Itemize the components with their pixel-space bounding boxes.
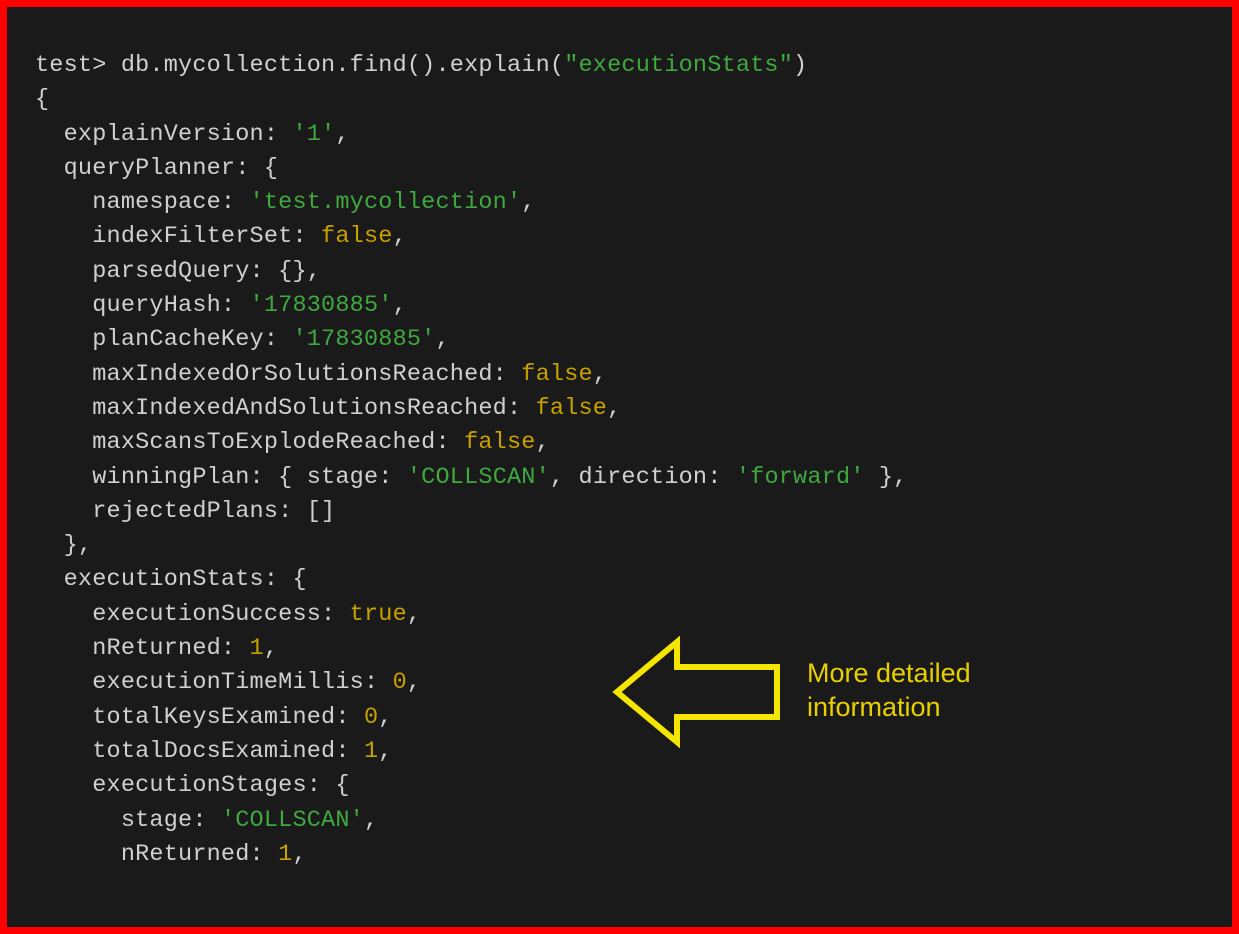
explain-version-key: explainVersion: — [35, 121, 292, 148]
explain-version-val: '1' — [292, 121, 335, 148]
winning-plan-dir: 'forward' — [736, 464, 865, 491]
plan-cache-key: planCacheKey: — [35, 326, 292, 353]
exec-time-val: 0 — [393, 669, 407, 696]
query-planner-key: queryPlanner: { — [35, 155, 278, 182]
annotation-text: More detailed information — [807, 657, 971, 725]
max-scans-val: false — [464, 429, 536, 456]
winning-plan-tail: }, — [865, 464, 908, 491]
comma: , — [393, 223, 407, 250]
plan-cache-val: '17830885' — [292, 326, 435, 353]
n-returned2-val: 1 — [278, 841, 292, 868]
comma: , — [521, 189, 535, 216]
index-filter-key: indexFilterSet: — [35, 223, 321, 250]
brace-open: { — [35, 86, 49, 113]
comma: , — [393, 292, 407, 319]
winning-plan-mid: , direction: — [550, 464, 736, 491]
n-returned2-key: nReturned: — [35, 841, 278, 868]
comma: , — [292, 841, 306, 868]
command-text: db.mycollection.find().explain( — [121, 52, 564, 79]
exec-success-val: true — [350, 601, 407, 628]
total-keys-key: totalKeysExamined: — [35, 704, 364, 731]
exec-time-key: executionTimeMillis: — [35, 669, 393, 696]
parsed-query: parsedQuery: {}, — [35, 258, 321, 285]
stage-key: stage: — [35, 807, 221, 834]
max-indexed-or-key: maxIndexedOrSolutionsReached: — [35, 361, 521, 388]
index-filter-val: false — [321, 223, 393, 250]
winning-plan-stage: 'COLLSCAN' — [407, 464, 550, 491]
rejected-plans: rejectedPlans: [] — [35, 498, 335, 525]
total-docs-val: 1 — [364, 738, 378, 765]
total-docs-key: totalDocsExamined: — [35, 738, 364, 765]
exec-stats-key: executionStats: { — [35, 566, 307, 593]
max-scans-key: maxScansToExplodeReached: — [35, 429, 464, 456]
close-qp: }, — [35, 532, 92, 559]
exec-success-key: executionSuccess: — [35, 601, 350, 628]
terminal-frame: test> db.mycollection.find().explain("ex… — [0, 0, 1239, 934]
comma: , — [378, 738, 392, 765]
annotation-arrow-icon — [607, 627, 787, 757]
winning-plan-key: winningPlan: { stage: — [35, 464, 407, 491]
comma: , — [435, 326, 449, 353]
comma: , — [378, 704, 392, 731]
comma: , — [364, 807, 378, 834]
annotation-line2: information — [807, 691, 971, 725]
total-keys-val: 0 — [364, 704, 378, 731]
max-indexed-and-key: maxIndexedAndSolutionsReached: — [35, 395, 536, 422]
query-hash-key: queryHash: — [35, 292, 250, 319]
max-indexed-or-val: false — [521, 361, 593, 388]
comma: , — [593, 361, 607, 388]
comma: , — [407, 601, 421, 628]
prompt: test> — [35, 52, 121, 79]
comma: , — [264, 635, 278, 662]
comma: , — [607, 395, 621, 422]
n-returned-val: 1 — [250, 635, 264, 662]
command-tail: ) — [793, 52, 807, 79]
comma: , — [536, 429, 550, 456]
comma: , — [407, 669, 421, 696]
namespace-val: 'test.mycollection' — [250, 189, 522, 216]
n-returned-key: nReturned: — [35, 635, 250, 662]
comma: , — [335, 121, 349, 148]
command-arg: "executionStats" — [564, 52, 793, 79]
annotation-line1: More detailed — [807, 657, 971, 691]
exec-stages-key: executionStages: { — [35, 772, 350, 799]
stage-val: 'COLLSCAN' — [221, 807, 364, 834]
max-indexed-and-val: false — [536, 395, 608, 422]
namespace-key: namespace: — [35, 189, 250, 216]
query-hash-val: '17830885' — [250, 292, 393, 319]
